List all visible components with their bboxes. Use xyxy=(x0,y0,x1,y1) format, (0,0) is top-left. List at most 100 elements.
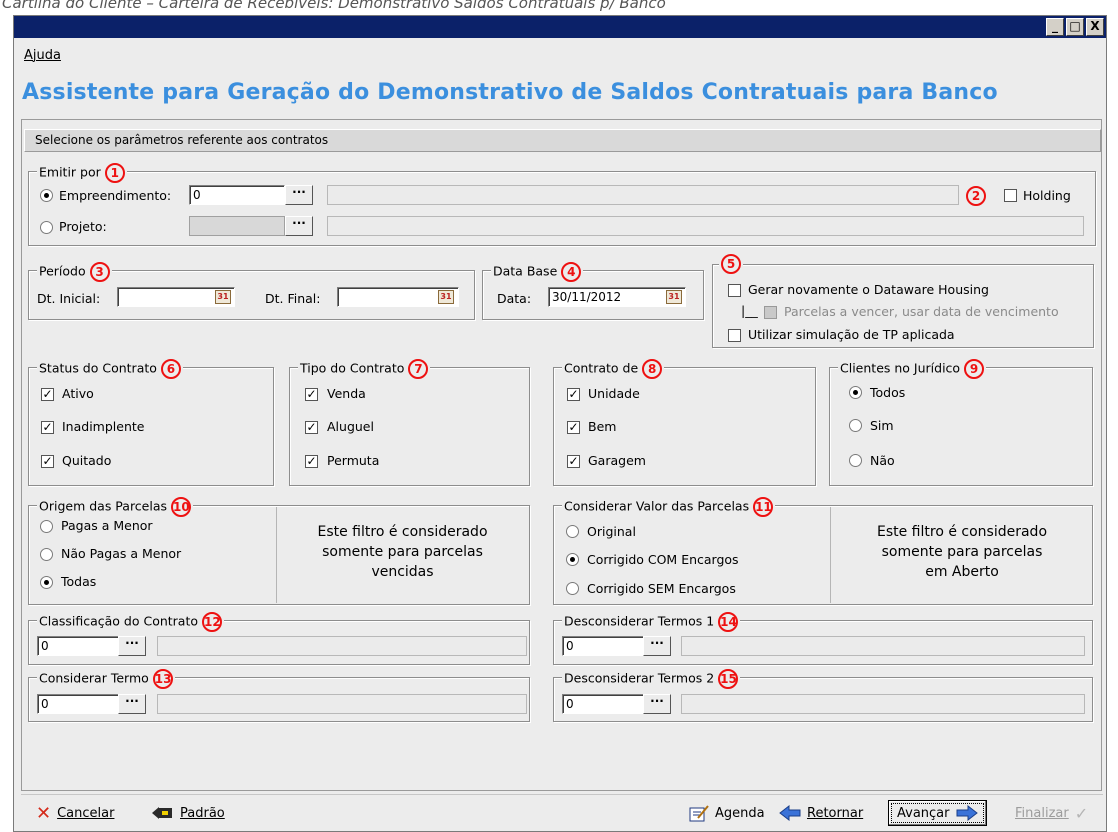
origem-todas-radio[interactable] xyxy=(40,576,53,589)
forward-arrow-icon xyxy=(956,805,978,821)
agenda-icon xyxy=(689,805,709,822)
cancel-button[interactable]: ✕ Cancelar xyxy=(36,800,114,826)
contrato-garagem-checkbox[interactable]: ✓ xyxy=(567,455,580,468)
desc1-lookup-button[interactable]: ··· xyxy=(643,636,671,656)
default-button[interactable]: Padrão xyxy=(152,800,225,826)
badge: 11 xyxy=(753,497,774,517)
back-button[interactable]: Retornar xyxy=(779,800,863,826)
maximize-button[interactable]: □ xyxy=(1066,18,1084,36)
desc2-name-field xyxy=(681,694,1085,714)
calendar-icon[interactable]: 31 xyxy=(438,290,454,304)
valor-note: Este filtro é considerado somente para pa… xyxy=(876,524,1048,580)
juridico-todos-label: Todos xyxy=(870,385,906,400)
contrato-garagem-label: Garagem xyxy=(588,453,646,468)
radio-projeto[interactable] xyxy=(40,221,53,234)
tipo-venda-checkbox[interactable]: ✓ xyxy=(305,388,318,401)
agenda-button[interactable]: Agenda xyxy=(689,800,765,826)
minimize-button[interactable]: _ xyxy=(1046,18,1064,36)
origem-nao-pagas-label: Não Pagas a Menor xyxy=(61,546,182,561)
contrato-unidade-checkbox[interactable]: ✓ xyxy=(567,388,580,401)
status-ativo-label: Ativo xyxy=(62,386,94,401)
juridico-sim-radio[interactable] xyxy=(849,419,862,432)
menu-help[interactable]: Ajuda xyxy=(24,48,61,63)
projeto-code-input[interactable] xyxy=(189,216,285,236)
status-quitado-checkbox[interactable]: ✓ xyxy=(41,455,54,468)
calendar-icon[interactable]: 31 xyxy=(215,290,231,304)
desc1-name-field xyxy=(681,636,1085,656)
group-legend: Classificação do Contrato 12 xyxy=(37,612,225,632)
origem-todas-label: Todas xyxy=(61,574,97,589)
badge: 8 xyxy=(642,359,663,379)
badge: 1 xyxy=(104,163,125,183)
classificacao-lookup-button[interactable]: ··· xyxy=(118,636,146,656)
badge: 3 xyxy=(89,262,110,282)
close-button[interactable]: X xyxy=(1086,18,1104,36)
group-legend: Emitir por 1 xyxy=(37,163,127,183)
parcelas-vencer-label: Parcelas a vencer, usar data de vencimen… xyxy=(784,304,1059,319)
group-legend: Considerar Valor das Parcelas 11 xyxy=(562,497,776,517)
panel-header: Selecione os parâmetros referente aos co… xyxy=(24,129,1101,152)
contrato-unidade-label: Unidade xyxy=(588,386,640,401)
holding-checkbox[interactable] xyxy=(1004,189,1017,202)
parcelas-vencer-checkbox xyxy=(764,306,777,319)
classificacao-name-field xyxy=(157,636,527,656)
valor-com-encargos-radio[interactable] xyxy=(566,553,579,566)
menu-bar: Ajuda xyxy=(24,48,61,63)
tipo-permuta-checkbox[interactable]: ✓ xyxy=(305,455,318,468)
juridico-sim-label: Sim xyxy=(870,418,894,433)
group-legend: Desconsiderar Termos 1 14 xyxy=(562,612,741,632)
next-button[interactable]: Avançar xyxy=(888,800,987,826)
desc1-code-input[interactable]: 0 xyxy=(562,636,644,656)
calendar-icon[interactable]: 31 xyxy=(666,290,682,304)
badge: 13 xyxy=(152,669,173,689)
desc2-code-input[interactable]: 0 xyxy=(562,694,644,714)
dt-final-label: Dt. Final: xyxy=(265,291,321,306)
group-legend: Status do Contrato 6 xyxy=(37,359,183,379)
projeto-name-field xyxy=(327,216,1084,236)
status-ativo-checkbox[interactable]: ✓ xyxy=(41,388,54,401)
empreendimento-code-input[interactable]: 0 xyxy=(189,185,285,205)
status-inadimplente-checkbox[interactable]: ✓ xyxy=(41,421,54,434)
contrato-bem-checkbox[interactable]: ✓ xyxy=(567,421,580,434)
data-label: Data: xyxy=(497,291,532,306)
label-empreendimento: Empreendimento: xyxy=(59,188,172,203)
finish-button: Finalizar ✓ xyxy=(1015,803,1089,823)
back-arrow-icon xyxy=(779,805,801,821)
termo-code-input[interactable]: 0 xyxy=(37,694,119,714)
origem-nao-pagas-radio[interactable] xyxy=(40,548,53,561)
termo-lookup-button[interactable]: ··· xyxy=(118,694,146,714)
group-legend: Origem das Parcelas 10 xyxy=(37,497,193,517)
juridico-nao-label: Não xyxy=(870,453,895,468)
cancel-x-icon: ✕ xyxy=(36,802,52,824)
simulacao-label: Utilizar simulação de TP aplicada xyxy=(748,327,955,342)
badge: 10 xyxy=(171,497,191,517)
origem-pagas-menor-radio[interactable] xyxy=(40,520,53,533)
valor-sem-encargos-label: Corrigido SEM Encargos xyxy=(587,581,736,596)
group-legend: Desconsiderar Termos 2 15 xyxy=(562,669,741,689)
group-legend: Considerar Termo 13 xyxy=(37,669,175,689)
badge: 7 xyxy=(408,359,429,379)
simulacao-checkbox[interactable] xyxy=(728,329,741,342)
status-quitado-label: Quitado xyxy=(62,453,112,468)
origem-pagas-menor-label: Pagas a Menor xyxy=(61,518,153,533)
empreendimento-lookup-button[interactable]: ··· xyxy=(285,185,313,205)
tipo-aluguel-checkbox[interactable]: ✓ xyxy=(305,421,318,434)
label-projeto: Projeto: xyxy=(59,219,107,234)
valor-original-radio[interactable] xyxy=(566,525,579,538)
badge: 6 xyxy=(160,359,181,379)
valor-original-label: Original xyxy=(587,524,636,539)
group-juridico: Clientes no Jurídico 9 xyxy=(829,359,1093,486)
gerar-dw-checkbox[interactable] xyxy=(728,284,741,297)
projeto-lookup-button[interactable]: ··· xyxy=(285,216,313,236)
juridico-nao-radio[interactable] xyxy=(849,454,862,467)
group-legend: Tipo do Contrato 7 xyxy=(298,359,431,379)
valor-sem-encargos-radio[interactable] xyxy=(566,582,579,595)
contrato-bem-label: Bem xyxy=(588,419,617,434)
classificacao-code-input[interactable]: 0 xyxy=(37,636,119,656)
radio-empreendimento[interactable] xyxy=(40,189,53,202)
juridico-todos-radio[interactable] xyxy=(849,386,862,399)
badge: 14 xyxy=(718,612,739,632)
status-inadimplente-label: Inadimplente xyxy=(62,419,145,434)
desc2-lookup-button[interactable]: ··· xyxy=(643,694,671,714)
badge: 5 xyxy=(721,254,741,274)
